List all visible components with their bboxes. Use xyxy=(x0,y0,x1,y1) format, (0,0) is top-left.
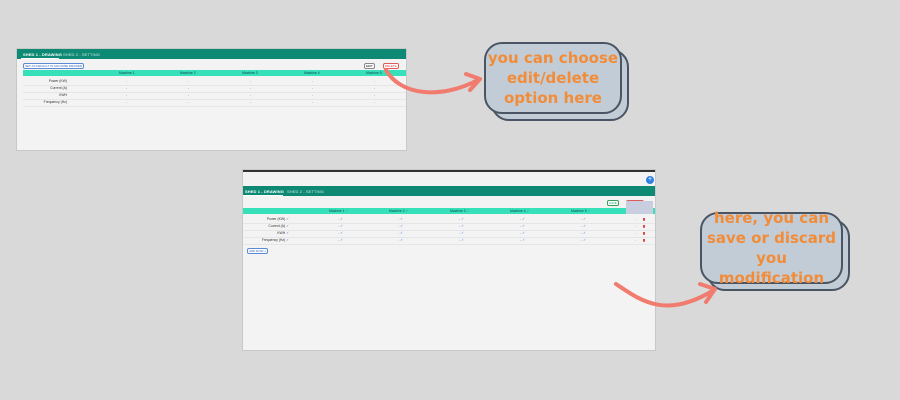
arrow-to-edit-delete xyxy=(384,68,717,308)
arrow-curve xyxy=(614,282,716,308)
